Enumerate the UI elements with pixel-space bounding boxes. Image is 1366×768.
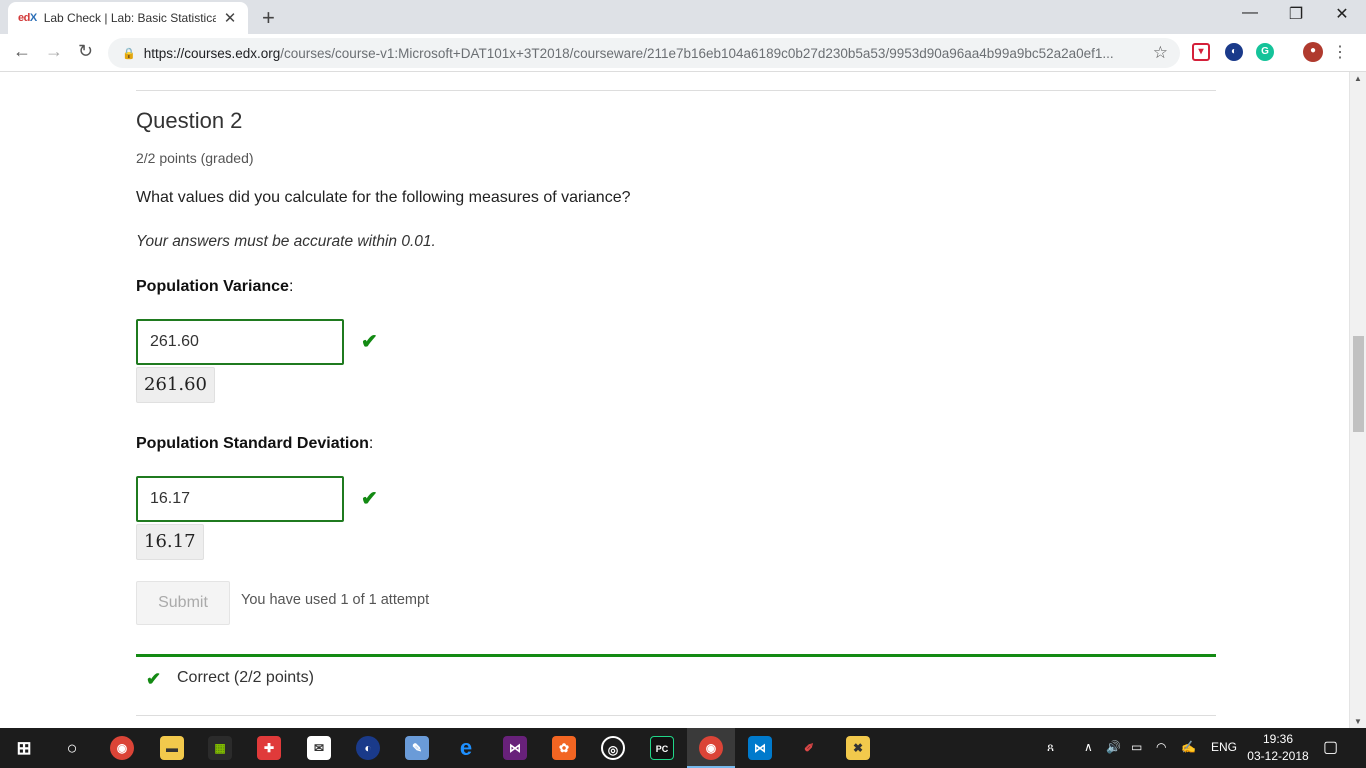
maximize-button[interactable]: ❐ [1273,4,1319,24]
page-scrollbar[interactable]: ▲ ▼ [1349,72,1366,728]
app-icon[interactable]: ✿ [552,736,576,760]
divider [136,90,1216,91]
question-note: Your answers must be accurate within 0.0… [136,233,436,250]
people-icon[interactable]: ጸ [1047,740,1054,755]
back-button[interactable]: ← [13,41,31,62]
volume-icon[interactable]: 🔊 [1106,740,1121,754]
eagle-app-icon[interactable]: ◐ [356,736,380,760]
close-window-button[interactable]: ✕ [1319,4,1365,24]
edx-favicon-icon: edX [18,12,37,24]
clock-date: 03-12-2018 [1247,749,1309,763]
chrome-active-icon[interactable]: ◉ [699,736,723,760]
notepad-icon[interactable]: ✎ [405,736,429,760]
population-variance-label: Population Variance: [136,278,294,295]
tab-title: Lab Check | Lab: Basic Statistical [43,11,216,25]
battery-icon[interactable]: ▭ [1131,740,1142,754]
new-tab-button[interactable]: + [262,5,275,31]
bookmark-star-icon[interactable]: ☆ [1153,43,1168,63]
store-icon[interactable]: ▦ [208,736,232,760]
chrome-icon[interactable]: ◉ [110,736,134,760]
submit-button[interactable]: Submit [136,581,230,625]
tab-strip: edX Lab Check | Lab: Basic Statistical ✕… [0,0,1366,34]
page-content: Question 2 2/2 points (graded) What valu… [0,72,1346,728]
xampp-icon[interactable]: ✖ [846,736,870,760]
tray-chevron-up-icon[interactable]: ∧ [1084,740,1093,754]
population-std-dev-input[interactable] [136,476,344,522]
mail-icon[interactable]: ✉ [307,736,331,760]
reload-button[interactable]: ↻ [78,41,93,62]
pen-icon[interactable]: ✍ [1181,740,1196,754]
taskbar-clock[interactable]: 19:36 03-12-2018 [1244,731,1312,765]
file-explorer-icon[interactable]: ▬ [160,736,184,760]
windows-start-icon[interactable]: ⊞ [12,736,36,760]
profile-avatar[interactable]: ● [1303,42,1323,62]
edge-icon[interactable]: e [454,736,478,760]
lock-icon: 🔒 [122,47,136,60]
gift-icon[interactable]: ✚ [257,736,281,760]
correct-check-icon: ✔ [361,331,378,353]
tab-lab-check[interactable]: edX Lab Check | Lab: Basic Statistical ✕ [8,2,248,34]
search-icon[interactable]: ○ [60,736,84,760]
browser-menu-icon[interactable]: ⋮ [1332,42,1348,62]
paint-app-icon[interactable]: ✐ [797,736,821,760]
windows-taskbar: ⊞ ○ ◉ ▬ ▦ ✚ ✉ ◐ ✎ e ⋈ ✿ ◎ PC ◉ ⋈ ✐ ✖ ጸ ∧… [0,728,1366,768]
clock-time: 19:36 [1262,732,1294,746]
grammarly-icon[interactable]: G [1256,43,1274,61]
minimize-button[interactable]: — [1227,4,1273,22]
url-path: /courses/course-v1:Microsoft+DAT101x+3T2… [280,45,1114,61]
vscode-icon[interactable]: ⋈ [748,736,772,760]
population-std-dev-label: Population Standard Deviation: [136,435,374,452]
scroll-down-icon[interactable]: ▼ [1354,717,1362,726]
browser-toolbar: ← → ↻ 🔒 https://courses.edx.org/courses/… [0,34,1366,72]
address-bar[interactable]: 🔒 https://courses.edx.org/courses/course… [108,38,1180,68]
tab-close-icon[interactable]: ✕ [224,9,237,27]
result-text: Correct (2/2 points) [177,669,314,686]
camera-app-icon[interactable]: ◎ [601,736,625,760]
population-variance-input[interactable] [136,319,344,365]
wifi-icon[interactable]: ◠ [1156,740,1166,754]
population-std-dev-preview: 16.17 [136,524,204,560]
extension-shield-icon[interactable]: ▾ [1192,43,1210,61]
url-host: https://courses.edx.org [143,45,281,61]
attempts-text: You have used 1 of 1 attempt [241,592,430,608]
language-indicator[interactable]: ENG [1211,740,1237,754]
question-points: 2/2 points (graded) [136,150,254,166]
scroll-thumb[interactable] [1353,336,1364,433]
result-banner: ✔ Correct (2/2 points) [136,654,1216,716]
question-title: Question 2 [136,108,243,133]
visual-studio-icon[interactable]: ⋈ [503,736,527,760]
correct-check-icon: ✔ [146,669,162,689]
forward-button[interactable]: → [45,41,63,62]
population-variance-preview: 261.60 [136,367,215,403]
scroll-up-icon[interactable]: ▲ [1354,74,1362,83]
question-prompt: What values did you calculate for the fo… [136,189,631,206]
correct-check-icon: ✔ [361,488,378,510]
extension-eagle-icon[interactable]: ◐ [1225,43,1243,61]
notifications-icon[interactable]: ▢ [1323,737,1338,757]
pycharm-icon[interactable]: PC [650,736,674,760]
